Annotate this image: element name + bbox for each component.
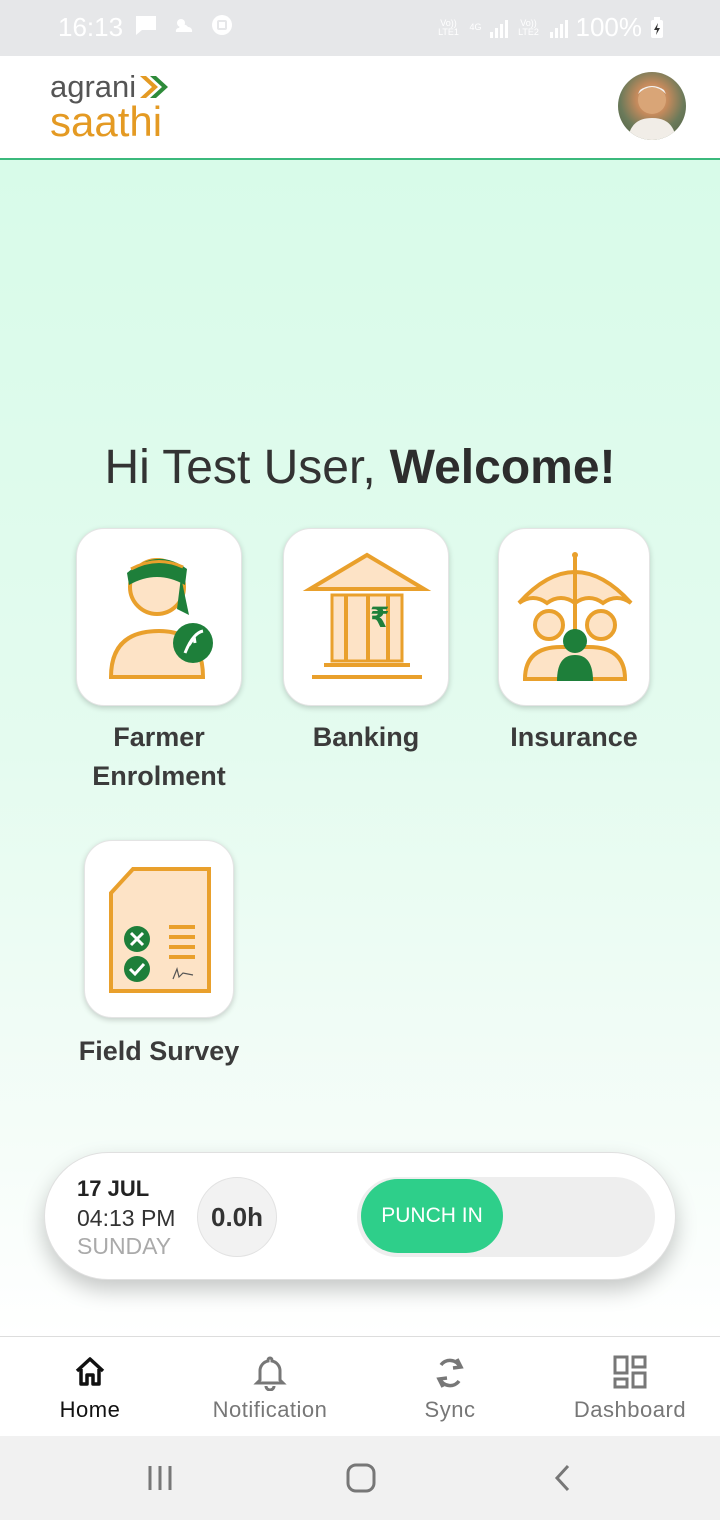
field-survey-tile[interactable] (84, 840, 234, 1018)
bottom-navigation: Home Notification Sync Dashboard (0, 1336, 720, 1436)
nav-dashboard-label: Dashboard (573, 1397, 687, 1422)
banking-tile[interactable]: ₹ (283, 528, 449, 706)
banking-label: Banking (312, 722, 420, 752)
status-bar: 16:13 Vo)) LTE1 4G Vo)) LTE2 100% (0, 0, 720, 56)
agrani-saathi-logo: agrani saathi (50, 71, 169, 145)
field-survey-label: Field Survey (78, 1036, 240, 1066)
signal-icon-2 (549, 18, 568, 38)
current-time: 04:13 PM (77, 1205, 176, 1231)
survey-icon (109, 867, 211, 993)
home-icon (75, 1357, 105, 1386)
status-time: 16:13 (58, 12, 124, 42)
welcome-message: Hi Test User, Welcome! (0, 440, 720, 495)
logo-text-bottom: saathi (50, 98, 163, 145)
message-icon (136, 16, 156, 35)
punch-in-button[interactable]: PUNCH IN (361, 1179, 503, 1253)
nav-sync-label: Sync (424, 1397, 476, 1422)
punch-slider-track[interactable]: PUNCH IN (357, 1177, 655, 1257)
bank-icon: ₹ (302, 552, 432, 679)
battery-charging-icon (651, 16, 663, 38)
current-date: 17 JUL (77, 1176, 150, 1201)
dashboard-icon (613, 1355, 647, 1389)
farmer-enrolment-label: Farmer Enrolment (92, 722, 226, 791)
insurance-icon (517, 552, 633, 681)
sync-icon (436, 1358, 464, 1388)
nav-home-label: Home (59, 1397, 121, 1422)
nav-sync[interactable]: Sync (360, 1337, 540, 1437)
avatar-photo (628, 86, 676, 140)
nav-notification-label: Notification (212, 1397, 328, 1422)
current-weekday: SUNDAY (77, 1233, 172, 1259)
date-block: 17 JUL 04:13 PM SUNDAY (77, 1175, 175, 1259)
battery-percentage: 100% (575, 12, 643, 42)
bell-icon (253, 1356, 287, 1391)
nav-home[interactable]: Home (0, 1337, 180, 1437)
weather-icon (175, 19, 193, 32)
signal-icon (489, 18, 508, 38)
system-navigation-bar (0, 1436, 720, 1520)
insurance-label: Insurance (510, 722, 638, 752)
farmer-icon (108, 558, 213, 679)
svg-text:₹: ₹ (370, 601, 389, 634)
app-notification-icon (212, 15, 232, 35)
back-icon[interactable] (550, 1460, 576, 1496)
welcome-text: Welcome! (389, 441, 616, 494)
network-type-label: 4G (469, 22, 482, 32)
hours-worked: 0.0h (197, 1177, 277, 1257)
insurance-tile[interactable] (498, 528, 650, 706)
greeting-text: Hi Test User, (104, 441, 376, 494)
network-label-sim1: Vo)) LTE1 (438, 17, 459, 37)
farmer-enrolment-tile[interactable] (76, 528, 242, 706)
home-button-icon[interactable] (344, 1460, 378, 1496)
attendance-card: 17 JUL 04:13 PM SUNDAY 0.0h PUNCH IN (44, 1152, 676, 1280)
home-content: Hi Test User, Welcome! Farmer Enrolment ₹ (0, 160, 720, 1336)
nav-notification[interactable]: Notification (180, 1337, 360, 1437)
user-avatar[interactable] (618, 72, 686, 140)
network-label-sim2: Vo)) LTE2 (518, 17, 539, 37)
recent-apps-icon[interactable] (146, 1460, 176, 1496)
nav-dashboard[interactable]: Dashboard (540, 1337, 720, 1437)
app-header: agrani saathi (0, 56, 720, 160)
